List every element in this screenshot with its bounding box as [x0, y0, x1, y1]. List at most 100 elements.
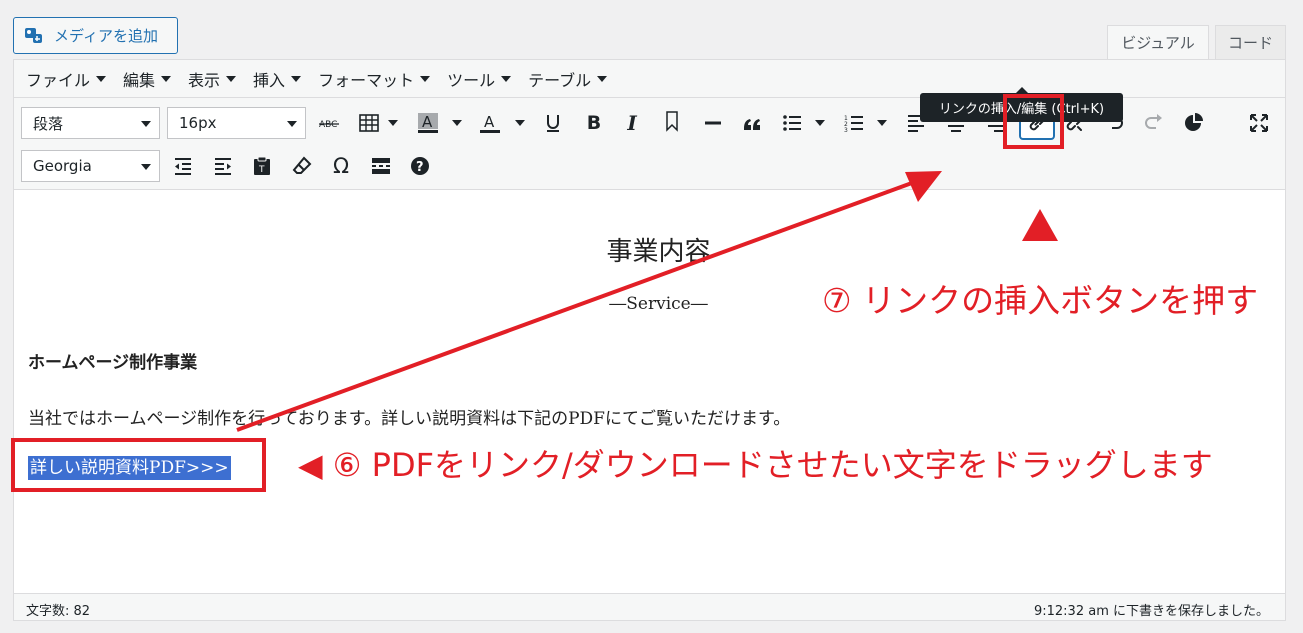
svg-text:T: T: [258, 165, 265, 175]
background-color-icon: A: [418, 113, 438, 133]
menu-table-label: テーブル: [528, 70, 592, 90]
strikethrough-button[interactable]: ABC: [315, 109, 343, 137]
font-family-select[interactable]: Georgia: [21, 150, 160, 182]
underline-icon: [547, 115, 559, 132]
svg-text:A: A: [422, 113, 433, 131]
numbered-list-caret[interactable]: [877, 120, 887, 128]
text-color-icon: A: [480, 113, 500, 133]
chevron-down-icon: [96, 75, 107, 82]
underline-button[interactable]: [539, 109, 567, 137]
menu-tools-label: ツール: [447, 70, 496, 90]
annotation-step6: ◀ ⑥ PDFをリンク/ダウンロードさせたい文字をドラッグします: [298, 446, 1213, 484]
background-color-button[interactable]: A: [414, 109, 442, 137]
chevron-down-icon: [291, 75, 302, 82]
fullscreen-button[interactable]: [1245, 109, 1273, 137]
section-heading: ホームページ制作事業: [28, 353, 198, 373]
menu-view-label: 表示: [188, 70, 221, 90]
eraser-icon: [292, 156, 312, 174]
bullet-list-button[interactable]: [778, 109, 806, 137]
tab-code-label: コード: [1227, 34, 1273, 52]
chevron-down-icon: [501, 75, 512, 82]
tab-visual[interactable]: ビジュアル: [1107, 25, 1209, 60]
status-bar: 文字数: 82 9:12:32 am に下書きを保存しました。: [14, 593, 1285, 620]
chevron-down-icon: [161, 75, 172, 82]
redo-button[interactable]: [1140, 109, 1168, 137]
font-size-value: 16px: [179, 114, 217, 132]
bookmark-button[interactable]: [658, 107, 686, 135]
menu-edit-label: 編集: [123, 70, 156, 90]
help-icon: ?: [411, 157, 429, 175]
font-size-select[interactable]: 16px: [167, 107, 306, 139]
fullscreen-icon: [1250, 114, 1268, 132]
chevron-down-icon: [226, 75, 237, 82]
quote-icon: [744, 119, 760, 130]
italic-icon: I: [627, 111, 637, 135]
tab-visual-label: ビジュアル: [1121, 34, 1195, 52]
menu-format-label: フォーマット: [318, 70, 415, 90]
menu-file[interactable]: ファイル: [26, 67, 107, 91]
svg-text:ABC: ABC: [319, 120, 337, 130]
menu-tools[interactable]: ツール: [447, 67, 512, 91]
bold-button[interactable]: B: [580, 109, 608, 137]
omega-icon: Ω: [332, 154, 350, 178]
menu-view[interactable]: 表示: [188, 67, 237, 91]
chevron-down-icon: [287, 121, 297, 127]
background-color-caret[interactable]: [452, 120, 462, 128]
editor-content[interactable]: 事業内容 ―Service― ホームページ制作事業 当社ではホームページ制作を行…: [14, 191, 1285, 594]
word-count: 文字数: 82: [26, 604, 91, 619]
content-title: 事業内容: [606, 237, 711, 267]
clear-formatting-button[interactable]: [288, 152, 316, 180]
link-tooltip: リンクの挿入/編集 (Ctrl+K): [920, 87, 1123, 122]
italic-button[interactable]: I: [618, 109, 646, 137]
svg-text:?: ?: [416, 160, 424, 175]
paragraph-format-select[interactable]: 段落: [21, 107, 160, 139]
menu-edit[interactable]: 編集: [123, 67, 172, 91]
bold-icon: B: [586, 112, 602, 134]
table-dropdown-caret[interactable]: [388, 120, 398, 128]
bullet-list-caret[interactable]: [815, 120, 825, 128]
numbered-list-icon: 123: [844, 115, 863, 134]
add-media-label: メディアを追加: [54, 27, 158, 45]
menu-insert[interactable]: 挿入: [253, 67, 302, 91]
redo-icon: [1145, 114, 1162, 129]
special-character-button[interactable]: Ω: [327, 152, 355, 180]
text-color-button[interactable]: A: [476, 109, 504, 137]
numbered-list-button[interactable]: 123: [840, 109, 868, 137]
chevron-down-icon: [420, 75, 431, 82]
chart-button[interactable]: [1179, 109, 1207, 137]
content-paragraph: 当社ではホームページ制作を行っております。詳しい説明資料は下記のPDFにてご覧い…: [28, 409, 791, 429]
blockquote-button[interactable]: [738, 109, 766, 137]
bookmark-icon: [666, 111, 678, 132]
horizontal-line-button[interactable]: [699, 109, 727, 137]
page-break-button[interactable]: [367, 152, 395, 180]
paste-text-button[interactable]: T: [248, 152, 276, 180]
editor: ファイル 編集 表示 挿入 フォーマット ツール テーブル 段落 16px AB…: [13, 59, 1286, 621]
tab-code[interactable]: コード: [1215, 25, 1286, 60]
help-button[interactable]: ?: [406, 152, 434, 180]
menu-table[interactable]: テーブル: [528, 67, 608, 91]
chevron-down-icon: [141, 164, 151, 170]
bullet-list-icon: [783, 115, 801, 131]
page-break-icon: [372, 158, 390, 174]
autosave-status: 9:12:32 am に下書きを保存しました。: [1033, 604, 1269, 619]
add-media-button[interactable]: メディアを追加: [13, 17, 178, 54]
svg-text:A: A: [484, 113, 495, 131]
chevron-down-icon: [141, 121, 151, 127]
media-icon: [25, 27, 42, 43]
table-button[interactable]: [355, 109, 383, 137]
menu-insert-label: 挿入: [253, 70, 286, 90]
svg-text:3: 3: [844, 127, 848, 134]
annotation-step7: ⑦ リンクの挿入ボタンを押す: [822, 281, 1259, 320]
outdent-icon: [175, 158, 191, 175]
chevron-down-icon: [597, 75, 608, 82]
clipboard-icon: T: [254, 156, 270, 175]
pie-chart-icon: [1185, 113, 1203, 131]
text-color-caret[interactable]: [515, 120, 525, 128]
selected-link-text[interactable]: 詳しい説明資料PDF>>>: [28, 456, 231, 480]
outdent-button[interactable]: [169, 152, 197, 180]
indent-button[interactable]: [209, 152, 237, 180]
table-icon: [359, 114, 379, 132]
menu-format[interactable]: フォーマット: [318, 67, 431, 91]
horizontal-line-icon: [705, 121, 721, 125]
strikethrough-icon: ABC: [319, 120, 339, 130]
